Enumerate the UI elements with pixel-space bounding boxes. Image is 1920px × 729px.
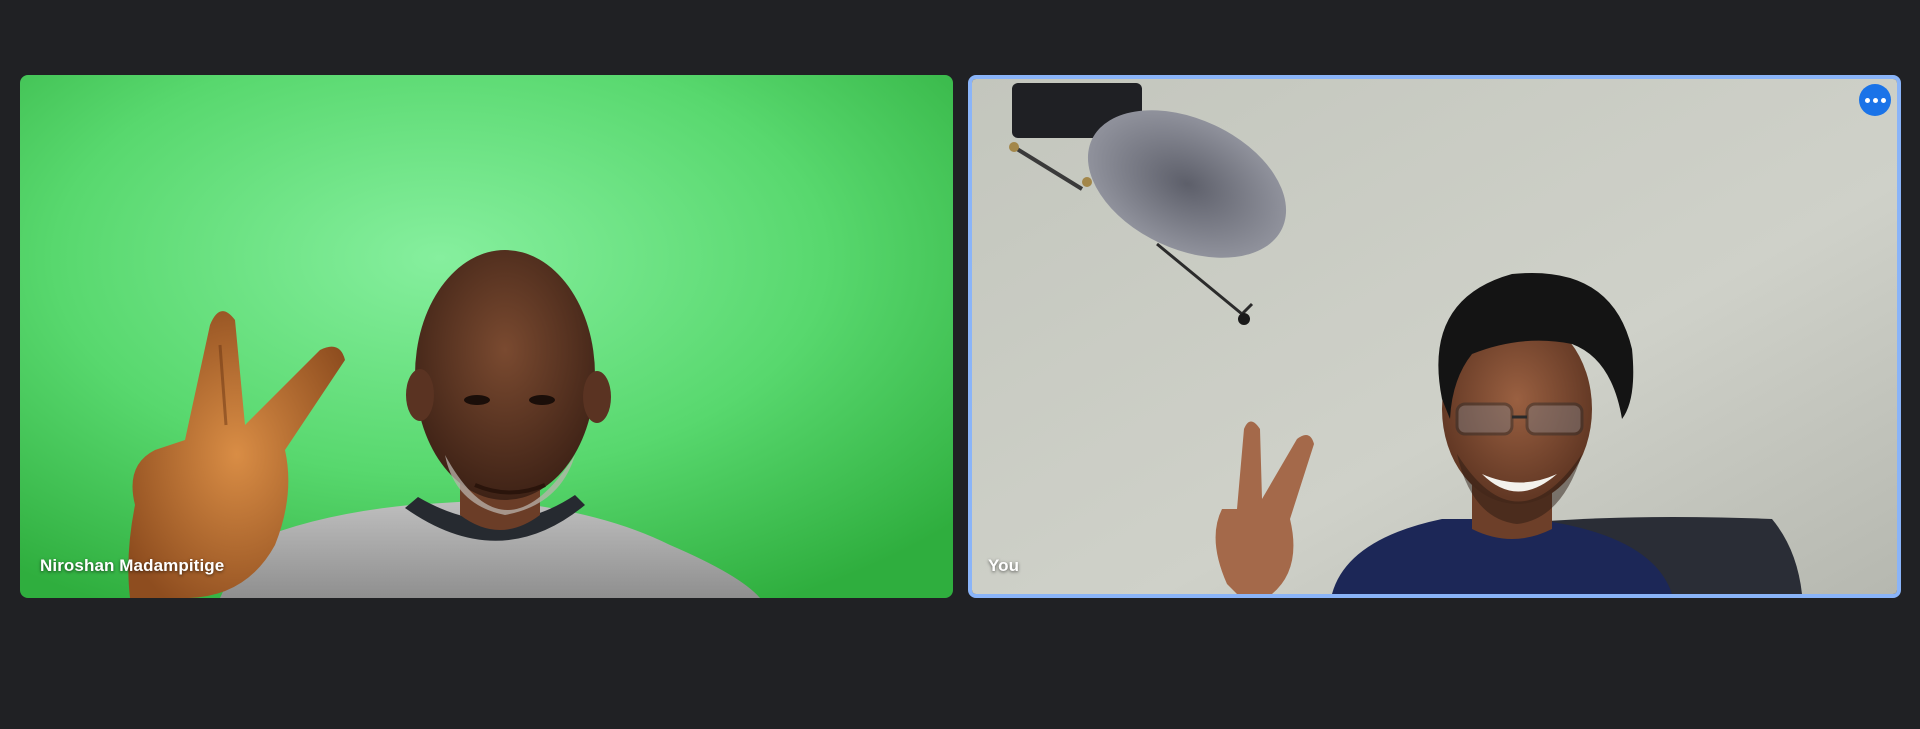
more-options-button[interactable] [1859, 84, 1891, 116]
more-horizontal-icon [1864, 97, 1870, 103]
participant-name-label: You [988, 556, 1020, 575]
participant-video-feed [20, 75, 953, 598]
participant-tile-niroshan[interactable]: Niroshan Madampitige [20, 75, 953, 598]
participant-tile-self[interactable]: You [968, 75, 1901, 598]
more-horizontal-icon-dot [1880, 97, 1886, 103]
video-frame [972, 79, 1897, 594]
video-frame [20, 75, 953, 598]
participant-video-feed [972, 79, 1897, 594]
more-horizontal-icon-dot [1872, 97, 1878, 103]
meeting-stage: Niroshan Madampitige You [0, 0, 1920, 729]
participant-name-label: Niroshan Madampitige [40, 556, 225, 575]
